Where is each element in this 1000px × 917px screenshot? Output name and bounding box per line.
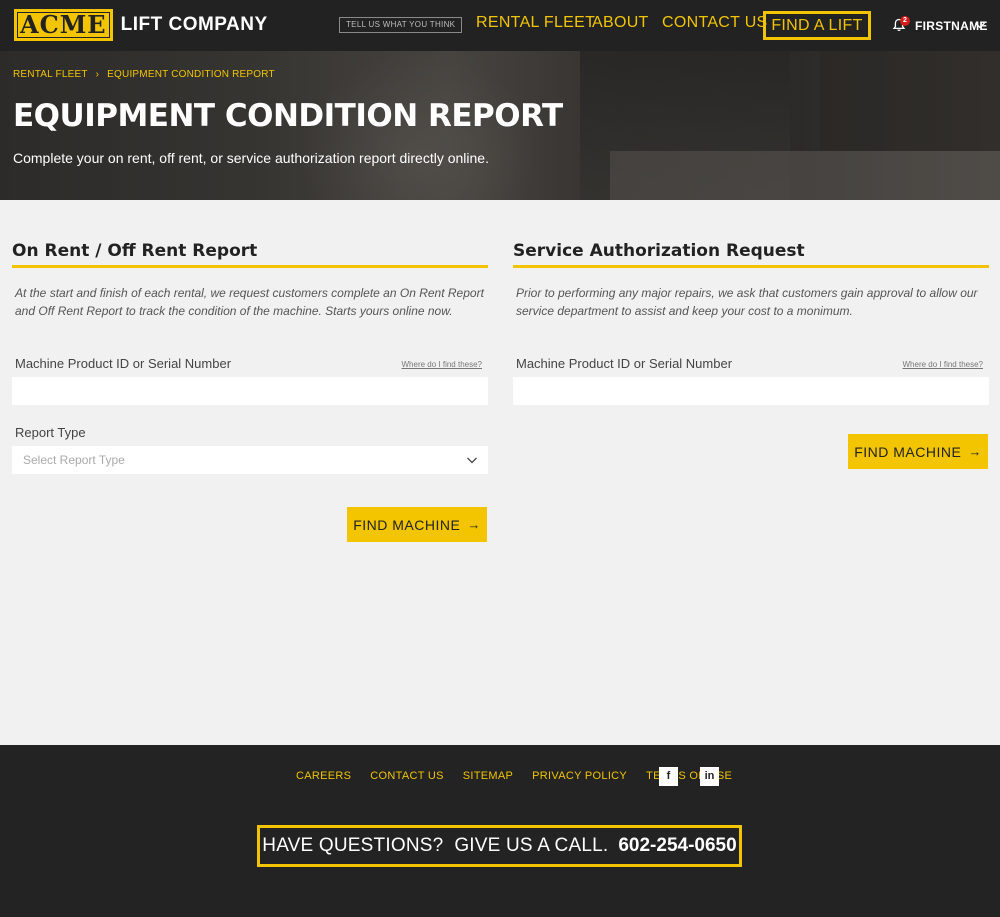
linkedin-icon[interactable]: in bbox=[700, 767, 719, 786]
machine-id-input[interactable] bbox=[513, 377, 989, 405]
nav-about[interactable]: ABOUT bbox=[592, 14, 649, 32]
where-find-link[interactable]: Where do I find these? bbox=[402, 360, 483, 369]
report-type-select[interactable]: Select Report Type bbox=[12, 446, 488, 474]
page-title: EQUIPMENT CONDITION REPORT bbox=[13, 98, 563, 134]
page-hero: RENTAL FLEET › EQUIPMENT CONDITION REPOR… bbox=[0, 51, 1000, 200]
find-a-lift-button[interactable]: FIND A LIFT bbox=[763, 11, 871, 40]
site-footer: CAREERS CONTACT US SITEMAP PRIVACY POLIC… bbox=[0, 745, 1000, 917]
machine-id-label: Machine Product ID or Serial Number bbox=[15, 356, 232, 371]
report-type-label-row: Report Type bbox=[12, 425, 488, 443]
machine-id-label-row: Machine Product ID or Serial Number Wher… bbox=[513, 356, 989, 374]
find-machine-button[interactable]: FIND MACHINE → bbox=[347, 507, 487, 542]
machine-id-input[interactable] bbox=[12, 377, 488, 405]
service-authorization-form: Service Authorization Request Prior to p… bbox=[513, 241, 989, 405]
report-type-placeholder: Select Report Type bbox=[23, 453, 125, 467]
section-divider bbox=[12, 265, 488, 268]
call-to-action-banner[interactable]: HAVE QUESTIONS? GIVE US A CALL. 602-254-… bbox=[257, 825, 742, 867]
phone-number[interactable]: 602-254-0650 bbox=[618, 835, 736, 857]
section-divider bbox=[513, 265, 989, 268]
cta-text: HAVE QUESTIONS? GIVE US A CALL. bbox=[262, 835, 609, 856]
section-title: Service Authorization Request bbox=[513, 241, 805, 261]
nav-rental-fleet[interactable]: RENTAL FLEET bbox=[476, 14, 595, 32]
machine-id-label-row: Machine Product ID or Serial Number Wher… bbox=[12, 356, 488, 374]
footer-link-contact-us[interactable]: CONTACT US bbox=[370, 770, 444, 782]
facebook-icon[interactable]: f bbox=[659, 767, 678, 786]
site-header: ACME LIFT COMPANY TELL US WHAT YOU THINK… bbox=[0, 0, 1000, 51]
notification-badge: 2 bbox=[900, 16, 910, 26]
arrow-right-icon: → bbox=[968, 444, 982, 459]
on-rent-off-rent-form: On Rent / Off Rent Report At the start a… bbox=[12, 241, 488, 474]
find-machine-label: FIND MACHINE bbox=[353, 516, 461, 533]
report-type-label: Report Type bbox=[15, 425, 86, 440]
breadcrumb-rental-fleet[interactable]: RENTAL FLEET bbox=[13, 69, 88, 80]
social-links: f in bbox=[659, 767, 719, 786]
nav-contact-us[interactable]: CONTACT US bbox=[662, 14, 768, 32]
find-machine-button[interactable]: FIND MACHINE → bbox=[848, 434, 988, 469]
breadcrumb-current: EQUIPMENT CONDITION REPORT bbox=[107, 69, 275, 80]
section-intro: At the start and finish of each rental, … bbox=[15, 286, 484, 318]
chevron-down-icon bbox=[467, 457, 477, 464]
section-title: On Rent / Off Rent Report bbox=[12, 241, 258, 261]
where-find-link[interactable]: Where do I find these? bbox=[903, 360, 984, 369]
acme-logo[interactable]: ACME LIFT COMPANY bbox=[14, 9, 268, 41]
chevron-down-icon[interactable] bbox=[974, 20, 986, 30]
find-machine-label: FIND MACHINE bbox=[854, 443, 962, 460]
logo-text: LIFT COMPANY bbox=[120, 14, 268, 35]
machine-id-label: Machine Product ID or Serial Number bbox=[516, 356, 733, 371]
arrow-right-icon: → bbox=[467, 517, 481, 532]
feedback-button[interactable]: TELL US WHAT YOU THINK bbox=[339, 17, 463, 33]
footer-link-privacy-policy[interactable]: PRIVACY POLICY bbox=[532, 770, 627, 782]
chevron-right-icon: › bbox=[95, 69, 100, 80]
page-subtitle: Complete your on rent, off rent, or serv… bbox=[13, 150, 489, 166]
section-intro: Prior to performing any major repairs, w… bbox=[516, 286, 978, 318]
footer-link-sitemap[interactable]: SITEMAP bbox=[463, 770, 513, 782]
logo-mark: ACME bbox=[14, 9, 113, 41]
footer-link-careers[interactable]: CAREERS bbox=[296, 770, 351, 782]
breadcrumb: RENTAL FLEET › EQUIPMENT CONDITION REPOR… bbox=[13, 69, 275, 80]
